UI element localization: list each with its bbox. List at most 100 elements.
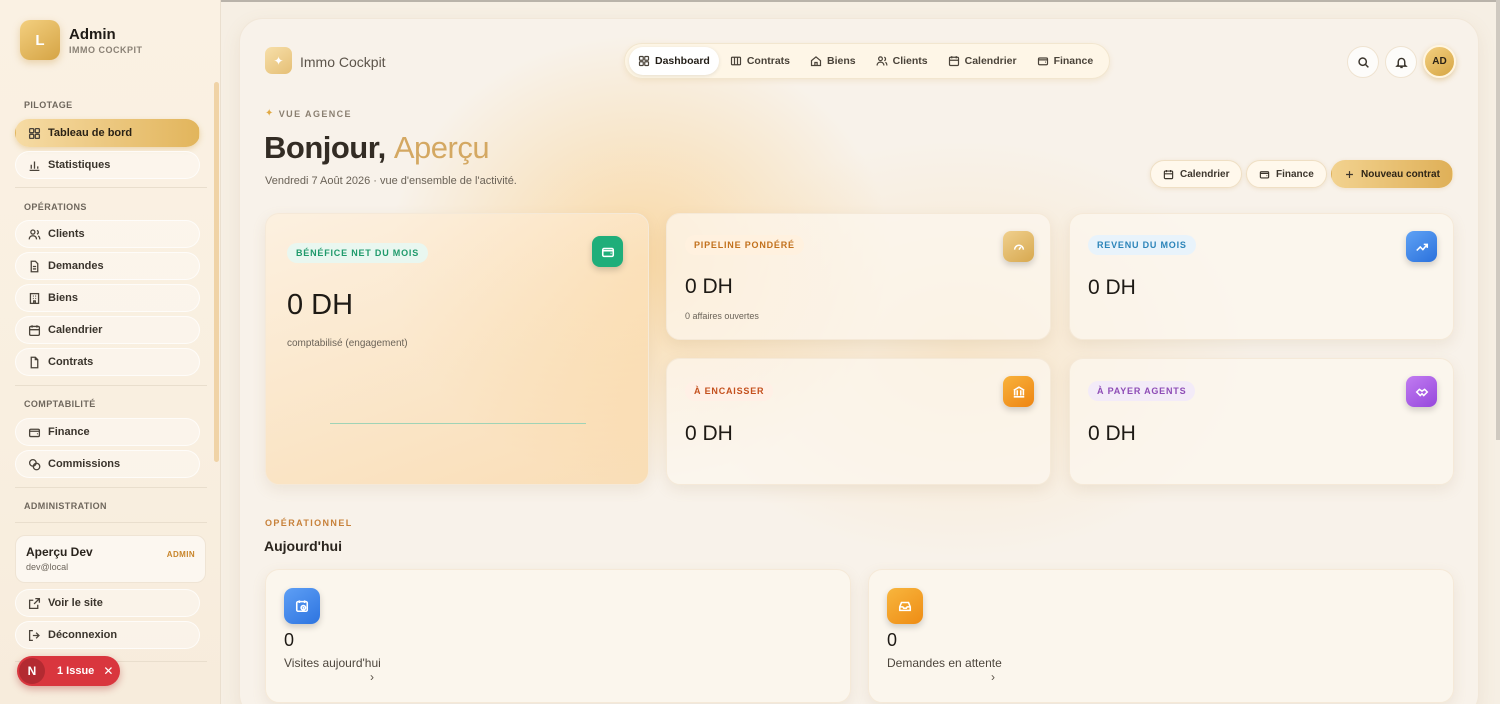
- sidebar: L Admin IMMO COCKPIT PILOTAGE Tableau de…: [0, 0, 221, 704]
- tab-calendrier[interactable]: Calendrier: [939, 47, 1026, 75]
- handshake-icon: [1406, 376, 1437, 407]
- greeting: Bonjour,: [264, 130, 386, 165]
- page-subtitle: Vendredi 7 Août 2026 · vue d'ensemble de…: [265, 175, 517, 187]
- kpi-card-pipeline-pondere[interactable]: PIPELINE PONDÉRÉ 0 DH 0 affaires ouverte…: [666, 213, 1051, 340]
- grid-icon: [27, 126, 41, 140]
- home-icon: [810, 56, 822, 67]
- finance-button[interactable]: Finance: [1246, 160, 1327, 188]
- sidebar-scrollbar[interactable]: [214, 82, 219, 462]
- kpi-card-benefice-net[interactable]: BÉNÉFICE NET DU MOIS 0 DH comptabilisé (…: [265, 213, 649, 485]
- stat-card-visites[interactable]: 0 Visites aujourd'hui ›: [265, 569, 851, 703]
- issue-badge-label: 1 Issue: [57, 665, 95, 677]
- tab-clients[interactable]: Clients: [867, 47, 937, 75]
- tab-label: Finance: [1053, 55, 1094, 67]
- button-label: Finance: [1276, 168, 1314, 180]
- sidebar-item-label: Statistiques: [48, 159, 111, 171]
- document-icon: [27, 259, 41, 273]
- kpi-label-badge: REVENU DU MOIS: [1088, 235, 1196, 255]
- sidebar-item-label: Commissions: [48, 458, 121, 470]
- sidebar-item-finance[interactable]: Finance: [15, 418, 200, 446]
- tab-contrats[interactable]: Contrats: [721, 47, 799, 75]
- users-icon: [27, 227, 41, 241]
- bar-chart-icon: [27, 158, 41, 172]
- top-nav: Dashboard Contrats Biens Clients Calendr…: [624, 43, 1110, 79]
- sparkline: [330, 423, 586, 424]
- brand-logo: L: [20, 20, 60, 60]
- sidebar-item-biens[interactable]: Biens: [15, 284, 200, 312]
- sidebar-item-label: Finance: [48, 426, 90, 438]
- kpi-card-a-payer-agents[interactable]: À PAYER AGENTS 0 DH: [1069, 358, 1454, 485]
- brand-name: Admin: [69, 25, 116, 43]
- kpi-label-badge: PIPELINE PONDÉRÉ: [685, 235, 804, 255]
- brand[interactable]: L Admin IMMO COCKPIT: [20, 20, 143, 60]
- kpi-value: 0 DH: [287, 289, 354, 321]
- divider: [15, 487, 207, 488]
- kpi-note: 0 affaires ouvertes: [685, 311, 759, 321]
- trending-up-icon: [1406, 231, 1437, 262]
- divider: [15, 187, 207, 188]
- kpi-card-revenu-du-mois[interactable]: REVENU DU MOIS 0 DH: [1069, 213, 1454, 340]
- kpi-value: 0 DH: [1088, 422, 1136, 445]
- kpi-label-badge: À PAYER AGENTS: [1088, 381, 1196, 401]
- sidebar-item-commissions[interactable]: Commissions: [15, 450, 200, 478]
- calendrier-button[interactable]: Calendrier: [1150, 160, 1243, 188]
- chevron-right-icon[interactable]: ›: [370, 670, 374, 684]
- wallet-icon: [1037, 57, 1048, 66]
- sidebar-item-demandes[interactable]: Demandes: [15, 252, 200, 280]
- notifications-button[interactable]: [1385, 46, 1417, 78]
- search-button[interactable]: [1347, 46, 1379, 78]
- bank-icon: [1003, 376, 1034, 407]
- sidebar-item-voir-le-site[interactable]: Voir le site: [15, 589, 200, 617]
- issue-badge-initial: N: [19, 658, 45, 684]
- calendar-clock-icon: [284, 588, 320, 624]
- sidebar-item-label: Contrats: [48, 356, 94, 368]
- tab-label: Clients: [892, 55, 928, 67]
- stat-label: Visites aujourd'hui: [284, 656, 381, 670]
- tab-label: Contrats: [746, 55, 791, 67]
- section-title-operations: OPÉRATIONS: [24, 202, 87, 212]
- avatar[interactable]: AD: [1423, 45, 1456, 78]
- kpi-label-badge: BÉNÉFICE NET DU MOIS: [287, 243, 429, 263]
- tab-biens[interactable]: Biens: [801, 47, 865, 75]
- sidebar-item-tableau-de-bord[interactable]: Tableau de bord: [15, 119, 200, 147]
- stat-card-demandes[interactable]: 0 Demandes en attente ›: [868, 569, 1454, 703]
- inbox-icon: [887, 588, 923, 624]
- grid-icon: [638, 55, 650, 67]
- stat-label: Demandes en attente: [887, 656, 1002, 670]
- tab-label: Dashboard: [655, 55, 710, 67]
- users-icon: [876, 56, 888, 66]
- sidebar-item-clients[interactable]: Clients: [15, 220, 200, 248]
- kpi-card-a-encaisser[interactable]: À ENCAISSER 0 DH: [666, 358, 1051, 485]
- nouveau-contrat-button[interactable]: Nouveau contrat: [1331, 160, 1453, 188]
- page-title: Bonjour, Aperçu: [264, 130, 490, 166]
- tab-dashboard[interactable]: Dashboard: [629, 47, 719, 75]
- sidebar-item-calendrier[interactable]: Calendrier: [15, 316, 200, 344]
- sidebar-item-contrats[interactable]: Contrats: [15, 348, 200, 376]
- stat-value: 0: [284, 630, 295, 650]
- divider: [15, 385, 207, 386]
- sidebar-item-label: Calendrier: [48, 324, 103, 336]
- hero-eyebrow-label: VUE AGENCE: [278, 108, 352, 119]
- kpi-note: comptabilisé (engagement): [287, 338, 408, 349]
- button-label: Nouveau contrat: [1361, 168, 1440, 180]
- building-icon: [27, 291, 41, 305]
- app-logo-icon[interactable]: ✦: [265, 47, 292, 74]
- chevron-right-icon[interactable]: ›: [991, 670, 995, 684]
- contract-icon: [730, 56, 741, 66]
- calendar-icon: [27, 323, 41, 337]
- tab-finance[interactable]: Finance: [1028, 47, 1103, 75]
- app-name[interactable]: Immo Cockpit: [300, 54, 386, 70]
- section-title: Aujourd'hui: [264, 538, 342, 554]
- sidebar-item-deconnexion[interactable]: Déconnexion: [15, 621, 200, 649]
- gauge-icon: [1003, 231, 1034, 262]
- section-eyebrow: OPÉRATIONNEL: [265, 518, 353, 528]
- tab-label: Biens: [827, 55, 856, 67]
- plus-icon: [1346, 170, 1353, 178]
- sidebar-item-statistiques[interactable]: Statistiques: [15, 151, 200, 179]
- user-card[interactable]: Aperçu Dev dev@local ADMIN: [15, 535, 206, 583]
- close-icon[interactable]: ✕: [103, 664, 113, 678]
- section-title-administration: ADMINISTRATION: [24, 501, 107, 511]
- issue-badge[interactable]: N 1 Issue ✕: [17, 656, 120, 686]
- calendar-icon: [1163, 169, 1174, 179]
- tab-label: Calendrier: [964, 55, 1017, 67]
